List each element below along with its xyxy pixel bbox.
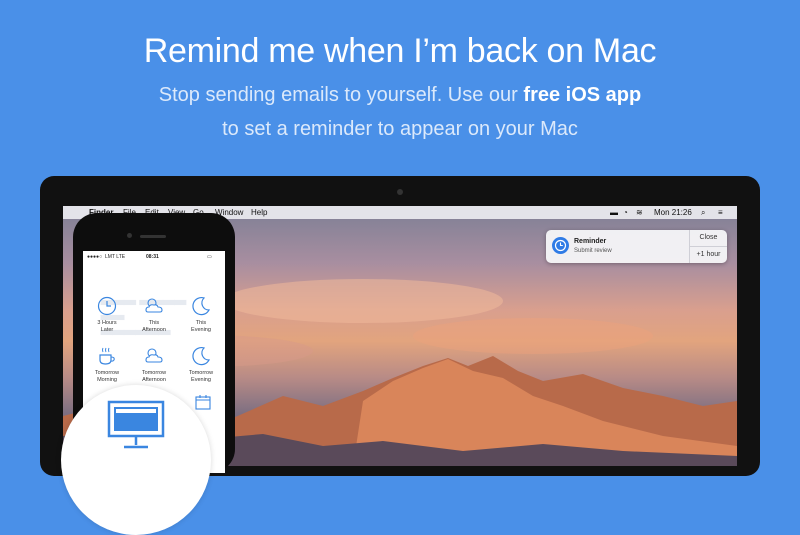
notification-title: Reminder [574,238,607,245]
notification-center-icon[interactable]: ≡ [718,208,723,217]
tile-label: Evening [191,376,211,383]
cloud-sun-icon [145,298,163,313]
phone-camera-icon [127,233,132,238]
tile-tomorrow-evening[interactable]: Tomorrow Evening [179,345,223,383]
tile-label: 3 Hours [97,320,117,326]
clock-icon [97,296,117,316]
phone-speaker [140,235,166,238]
tile-this-evening[interactable]: This Evening [179,295,223,333]
camera-icon [397,189,403,195]
signal-icon: ●●●●○ [87,254,103,260]
tile-label: This [148,320,160,326]
notification-snooze-button[interactable]: +1 hour [690,251,727,258]
phone-status-bar: ●●●●○ LMT LTE 08:31 ▭ [83,253,225,263]
tile-label: This [195,320,207,326]
menu-help[interactable]: Help [251,208,267,217]
tile-label: Later [100,326,114,333]
display-icon[interactable]: ▬ [610,208,618,217]
battery-icon: ▭ [207,254,212,260]
tile-label: Morning [97,376,117,383]
monitor-icon [107,400,165,449]
moon-icon [192,297,210,316]
tile-label: Tomorrow [188,370,214,376]
notification-button-divider [689,246,727,247]
tile-label: Afternoon [142,376,166,383]
clock-status-icon[interactable]: ◔ [623,208,628,217]
mac-target-circle [61,385,211,535]
calendar-icon [195,395,211,410]
tile-label: Tomorrow [141,370,167,376]
cloud-sun-icon [145,348,163,363]
tile-tomorrow-afternoon[interactable]: Tomorrow Afternoon [132,345,176,383]
tile-label: Afternoon [142,326,166,333]
tile-3-hours-later[interactable]: 3 Hours Later [85,295,129,333]
subheadline-line-1: Stop sending emails to yourself. Use our… [0,84,800,107]
notification-close-button[interactable]: Close [690,234,727,241]
phone-time: 08:31 [146,254,159,260]
tile-label: Evening [191,326,211,333]
subheadline-text: Stop sending emails to yourself. Use our [158,84,524,106]
moon-icon [192,347,210,366]
tile-tomorrow-morning[interactable]: Tomorrow Morning [85,345,129,383]
reminder-app-icon [552,237,569,254]
tile-this-afternoon[interactable]: This Afternoon [132,295,176,333]
tile-label: Tomorrow [94,370,120,376]
spotlight-search-icon[interactable]: ⌕ [701,208,705,218]
subheadline-line-2: to set a reminder to appear on your Mac [222,118,578,140]
coffee-icon [99,347,115,365]
carrier-label: LMT LTE [105,254,126,260]
free-ios-app-highlight: free iOS app [523,84,642,106]
reminder-notification[interactable]: Reminder Submit review Close +1 hour [546,230,727,263]
notification-body: Submit review [574,248,612,254]
headline: Remind me when I’m back on Mac [143,32,657,70]
menu-clock[interactable]: Mon 21:26 [654,208,692,217]
wifi-icon[interactable]: ≋ [636,208,643,217]
